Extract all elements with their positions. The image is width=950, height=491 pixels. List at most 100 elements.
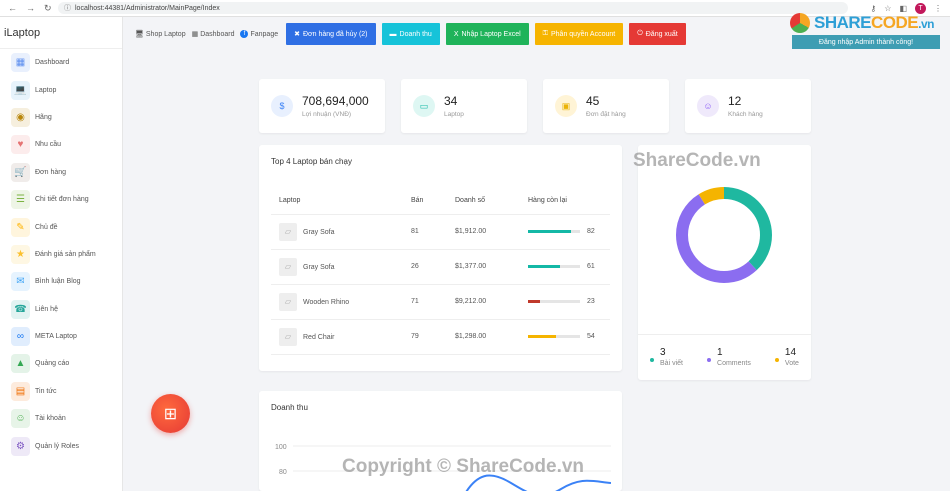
table-header-cell: Doanh số <box>455 188 528 215</box>
sidebar-item-contact[interactable]: ☎ Liên hệ <box>0 296 122 323</box>
table-row[interactable]: ▱ Wooden Rhino 71 $9,212.00 23 <box>271 284 610 320</box>
revenue-icon: ▬ <box>389 30 397 38</box>
sidebar-item-roles[interactable]: ⚙ Quản lý Roles <box>0 432 122 459</box>
stat-label: Laptop <box>444 111 464 118</box>
stat-label: Khách hàng <box>728 111 763 118</box>
sold-cell: 71 <box>411 284 455 320</box>
sidebar-item-label: Tin tức <box>35 387 57 395</box>
topnav-link-dashboard[interactable]: ▦ Dashboard <box>191 30 235 39</box>
table-row[interactable]: ▱ Gray Sofa 26 $1,377.00 61 <box>271 249 610 285</box>
revenue-line <box>465 474 611 491</box>
stat-card-laptop: ▭ 34 Laptop <box>401 79 527 133</box>
sidebar-item-label: Đơn hàng <box>35 168 67 176</box>
legend-label: Vote <box>784 360 799 367</box>
sidebar-item-needs[interactable]: ♥ Nhu cầu <box>0 131 122 158</box>
info-icon: ⓘ <box>64 5 71 12</box>
top-laptops-card: Top 4 Laptop bán chạy Laptop Bán Doanh số H… <box>259 145 622 371</box>
forward-icon[interactable]: → <box>26 3 35 14</box>
sold-cell: 79 <box>411 319 455 355</box>
meta-icon: ∞ <box>11 327 30 347</box>
laptop-icon: 💻 <box>11 80 30 100</box>
sidebar-item-label: Quản lý Roles <box>35 442 79 450</box>
topnav-button-label: Phân quyền Account <box>550 30 616 38</box>
ads-icon: ▲ <box>11 354 30 374</box>
legend-label: Bài viết <box>660 360 683 367</box>
product-image-icon: ▱ <box>279 327 297 346</box>
topnav-button-permission[interactable]: ⚿ Phân quyền Account <box>534 23 624 45</box>
sidebar-item-ads[interactable]: ▲ Quảng cáo <box>0 350 122 377</box>
remaining-value: 61 <box>587 263 595 270</box>
remaining-progress-fill <box>528 299 540 303</box>
logo-suffix: CODE <box>871 13 919 32</box>
excel-icon: X <box>453 30 459 38</box>
sidebar-item-topic[interactable]: ✎ Chủ đề <box>0 213 122 240</box>
sidebar: iLaptop ▦ Dashboard 💻 Laptop ◉ Hãng ♥ Nhu cầu 🛒 Đ… <box>0 17 123 491</box>
topnav-link-label: Dashboard <box>200 30 235 38</box>
legend-value: 1 <box>717 347 723 358</box>
sidebar-item-meta[interactable]: ∞ META Laptop <box>0 323 122 350</box>
sidebar-brand[interactable]: iLaptop <box>0 17 122 49</box>
logo-prefix: SHARE <box>814 13 872 32</box>
donut-legend: 3 Bài viết 1 Comments 14 Vote <box>638 335 811 367</box>
brand-icon: ◉ <box>11 107 30 127</box>
logo-text: SHARECODE.vn <box>814 13 934 33</box>
sharecode-logo: SHARECODE.vn <box>790 12 938 34</box>
logo-mark-icon <box>790 13 810 33</box>
table-body: ▱ Gray Sofa 81 $1,912.00 82 ▱ Gray Sofa 26 $1,37… <box>271 214 610 355</box>
remaining-progress-bar <box>528 334 580 338</box>
sidebar-item-laptop[interactable]: 💻 Laptop <box>0 76 122 103</box>
topnav-link-shop[interactable]: 🖥 Shop Laptop <box>135 30 186 39</box>
topnav-link-label: Shop Laptop <box>145 30 186 38</box>
needs-icon: ♥ <box>11 135 30 155</box>
url-text: localhost:44381/Administrator/MainPage/I… <box>75 4 220 12</box>
laptop-cell: ▱ Gray Sofa <box>271 214 411 250</box>
address-bar[interactable]: ⓘ localhost:44381/Administrator/MainPage… <box>58 2 848 14</box>
topnav-button-logout[interactable]: ⏻ Đăng xuất <box>629 23 686 45</box>
back-icon[interactable]: ← <box>8 3 17 14</box>
sidebar-item-news[interactable]: ▤ Tin tức <box>0 378 122 405</box>
apps-grid-button[interactable]: ⊞ <box>151 394 190 433</box>
sidebar-item-orders[interactable]: 🛒 Đơn hàng <box>0 159 122 186</box>
sidebar-item-label: Bình luận Blog <box>35 278 81 286</box>
user-icon: ☺ <box>697 95 719 117</box>
legend-dot <box>707 358 712 362</box>
table-row[interactable]: ▱ Gray Sofa 81 $1,912.00 82 <box>271 214 610 250</box>
laptop-icon: ▭ <box>413 95 435 117</box>
laptop-cell: ▱ Gray Sofa <box>271 249 411 285</box>
permission-icon: ⚿ <box>542 30 548 37</box>
topnav-button-excel[interactable]: X Nhập Laptop Excel <box>445 23 529 45</box>
remaining-progress-fill <box>528 229 571 233</box>
login-success-toast: Đăng nhập Admin thành công! <box>792 35 940 49</box>
legend-text: 1 Comments <box>717 347 751 367</box>
order-icon: ▣ <box>555 95 577 117</box>
sidebar-item-account[interactable]: ☺ Tài khoản <box>0 405 122 432</box>
revenue-chart: 100 80 <box>275 444 611 491</box>
sidebar-item-label: Dashboard <box>35 59 70 67</box>
topnav-button-revenue[interactable]: ▬ Doanh thu <box>381 23 440 45</box>
orders-icon: 🛒 <box>11 162 30 182</box>
revenue-cell: $9,212.00 <box>455 284 528 320</box>
remaining-value: 82 <box>587 228 595 235</box>
sidebar-item-brand[interactable]: ◉ Hãng <box>0 104 122 131</box>
remaining-progress-bar <box>528 299 580 303</box>
sidebar-item-rating[interactable]: ★ Đánh giá sản phẩm <box>0 241 122 268</box>
reload-icon[interactable]: ↻ <box>44 3 52 14</box>
laptop-name: Gray Sofa <box>303 228 335 236</box>
revenue-card: Doanh thu 100 80 <box>259 391 622 491</box>
sidebar-item-dashboard[interactable]: ▦ Dashboard <box>0 49 122 76</box>
remaining-progress-fill <box>528 334 557 338</box>
browser-nav: ← → ↻ <box>0 3 58 14</box>
sidebar-item-order-detail[interactable]: ☰ Chi tiết đơn hàng <box>0 186 122 213</box>
table-row[interactable]: ▱ Red Chair 79 $1,298.00 54 <box>271 319 610 355</box>
topnav-button-label: Đơn hàng đã hủy (2) <box>302 30 368 38</box>
sidebar-menu: ▦ Dashboard 💻 Laptop ◉ Hãng ♥ Nhu cầu 🛒 Đơn hàng ☰… <box>0 49 122 460</box>
sidebar-item-comment[interactable]: ✉ Bình luận Blog <box>0 268 122 295</box>
top-laptops-table: Laptop Bán Doanh số Hàng còn lại ▱ Gray Sofa… <box>271 188 610 355</box>
legend-item: 3 Bài viết <box>650 347 683 367</box>
topnav-button-cancelled[interactable]: ✖ Đơn hàng đã hủy (2) <box>286 23 376 45</box>
remaining-cell: 54 <box>528 319 610 355</box>
dashboard-icon: ▦ <box>191 31 199 38</box>
dollar-icon: $ <box>271 95 293 117</box>
product-image-icon: ▱ <box>279 292 297 311</box>
topnav-link-facebook[interactable]: f Fanpage <box>240 30 278 38</box>
